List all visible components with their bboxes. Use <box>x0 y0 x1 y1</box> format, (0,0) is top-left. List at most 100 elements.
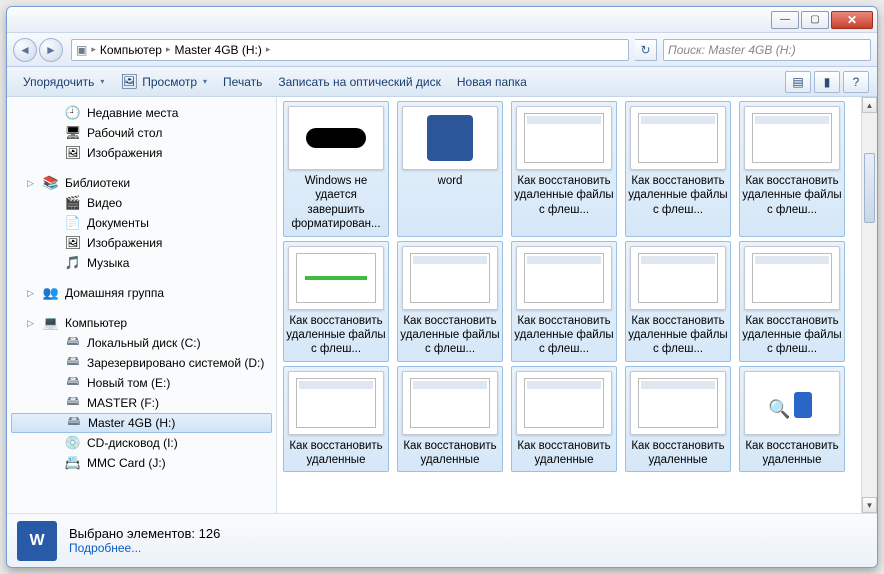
breadcrumb-computer[interactable]: Компьютер <box>100 43 162 57</box>
file-label: Как восстановить удаленные файлы с флеш.… <box>400 314 500 357</box>
vertical-scrollbar[interactable]: ▲ ▼ <box>861 97 877 513</box>
explorer-window: — ▢ ✕ ◄ ► ▣ ▸ Компьютер ▸ Master 4GB (H:… <box>6 6 878 568</box>
tree-item-drive[interactable]: 📇MMC Card (J:) <box>7 453 276 473</box>
chevron-right-icon: ▸ <box>91 44 96 55</box>
tree-header-computer[interactable]: ▷💻Компьютер <box>7 313 276 333</box>
libraries-icon: 📚 <box>43 175 59 191</box>
search-input[interactable]: Поиск: Master 4GB (H:) <box>663 39 871 61</box>
scroll-track[interactable] <box>862 113 877 497</box>
minimize-button[interactable]: — <box>771 11 799 29</box>
tree-item[interactable]: 🖼Изображения <box>7 233 276 253</box>
print-button[interactable]: Печать <box>215 68 270 96</box>
address-bar[interactable]: ▣ ▸ Компьютер ▸ Master 4GB (H:) ▸ <box>71 39 629 61</box>
file-item[interactable]: Как восстановить удаленные файлы с флеш.… <box>625 101 731 237</box>
thumbnail <box>288 371 384 435</box>
chevron-down-icon: ▾ <box>203 77 207 86</box>
tree-item-drive[interactable]: 🖴MASTER (F:) <box>7 393 276 413</box>
file-item[interactable]: Как восстановить удаленные <box>397 366 503 473</box>
tree-item-drive[interactable]: 🖴Новый том (E:) <box>7 373 276 393</box>
forward-button[interactable]: ► <box>39 38 63 62</box>
file-label: word <box>438 174 463 188</box>
search-placeholder: Поиск: Master 4GB (H:) <box>668 43 796 57</box>
nav-tree: 🕘Недавние места🖥Рабочий стол🖼Изображения… <box>7 97 277 513</box>
file-item[interactable]: Как восстановить удаленные файлы с флеш.… <box>739 241 845 362</box>
item-icon: 📄 <box>65 215 81 231</box>
drive-icon: 📇 <box>65 455 81 471</box>
file-item[interactable]: word <box>397 101 503 237</box>
file-item[interactable]: Как восстановить удаленные <box>739 366 845 473</box>
tree-label: Master 4GB (H:) <box>88 416 175 430</box>
file-item[interactable]: Как восстановить удаленные файлы с флеш.… <box>511 241 617 362</box>
tree-header-libraries[interactable]: ▷📚Библиотеки <box>7 173 276 193</box>
thumbnail <box>744 246 840 310</box>
tree-label: Локальный диск (C:) <box>87 336 201 350</box>
titlebar: — ▢ ✕ <box>7 7 877 33</box>
preview-pane-button[interactable]: ▮ <box>814 71 840 93</box>
refresh-button[interactable]: ↻ <box>635 39 657 61</box>
tree-item[interactable]: 🖥Рабочий стол <box>7 123 276 143</box>
thumbnail <box>516 106 612 170</box>
body: 🕘Недавние места🖥Рабочий стол🖼Изображения… <box>7 97 877 513</box>
view-mode-button[interactable]: ▤ <box>785 71 811 93</box>
thumbnail <box>288 246 384 310</box>
close-button[interactable]: ✕ <box>831 11 873 29</box>
help-button[interactable]: ? <box>843 71 869 93</box>
tree-item[interactable]: 🎬Видео <box>7 193 276 213</box>
thumbnail <box>402 246 498 310</box>
scroll-thumb[interactable] <box>864 153 875 223</box>
tree-label: MASTER (F:) <box>87 396 159 410</box>
tree-label: Компьютер <box>65 316 127 330</box>
chevron-down-icon: ▾ <box>100 77 104 86</box>
tree-item-drive[interactable]: 🖴Локальный диск (C:) <box>7 333 276 353</box>
tree-item-drive[interactable]: 🖴Зарезервировано системой (D:) <box>7 353 276 373</box>
preview-button[interactable]: 🖼Просмотр▾ <box>112 68 215 96</box>
file-label: Как восстановить удаленные файлы с флеш.… <box>628 314 728 357</box>
file-label: Как восстановить удаленные файлы с флеш.… <box>742 174 842 217</box>
tree-item[interactable]: 🎵Музыка <box>7 253 276 273</box>
tree-item[interactable]: 🖼Изображения <box>7 143 276 163</box>
file-label: Как восстановить удаленные файлы с флеш.… <box>286 314 386 357</box>
file-item[interactable]: Как восстановить удаленные файлы с флеш.… <box>511 101 617 237</box>
navbar: ◄ ► ▣ ▸ Компьютер ▸ Master 4GB (H:) ▸ ↻ … <box>7 33 877 67</box>
file-label: Как восстановить удаленные <box>514 439 614 468</box>
thumbnail <box>630 371 726 435</box>
thumbnail <box>516 371 612 435</box>
tree-item[interactable]: 🕘Недавние места <box>7 103 276 123</box>
tree-item-drive[interactable]: 💿CD-дисковод (I:) <box>7 433 276 453</box>
file-item[interactable]: Как восстановить удаленные файлы с флеш.… <box>625 241 731 362</box>
scroll-up-button[interactable]: ▲ <box>862 97 877 113</box>
content-pane[interactable]: Windows не удается завершить форматирова… <box>277 97 861 513</box>
item-icon: 🖼 <box>65 235 81 251</box>
burn-button[interactable]: Записать на оптический диск <box>270 68 449 96</box>
item-icon: 🖼 <box>65 145 81 161</box>
maximize-button[interactable]: ▢ <box>801 11 829 29</box>
tree-item[interactable]: 📄 Документы <box>7 213 276 233</box>
expand-icon: ▷ <box>27 288 37 299</box>
thumbnail <box>630 106 726 170</box>
details-link[interactable]: Подробнее... <box>69 541 220 555</box>
file-item[interactable]: Как восстановить удаленные файлы с флеш.… <box>283 241 389 362</box>
file-item[interactable]: Как восстановить удаленные <box>625 366 731 473</box>
file-item[interactable]: Как восстановить удаленные <box>511 366 617 473</box>
file-item[interactable]: Как восстановить удаленные <box>283 366 389 473</box>
thumbnail <box>516 246 612 310</box>
newfolder-button[interactable]: Новая папка <box>449 68 535 96</box>
file-label: Как восстановить удаленные <box>742 439 842 468</box>
file-item[interactable]: Как восстановить удаленные файлы с флеш.… <box>739 101 845 237</box>
scroll-down-button[interactable]: ▼ <box>862 497 877 513</box>
back-button[interactable]: ◄ <box>13 38 37 62</box>
organize-button[interactable]: Упорядочить▾ <box>15 68 112 96</box>
thumbnail <box>744 371 840 435</box>
breadcrumb-drive[interactable]: Master 4GB (H:) <box>175 43 262 57</box>
thumbnail <box>402 371 498 435</box>
homegroup-icon: 👥 <box>43 285 59 301</box>
tree-header-homegroup[interactable]: ▷👥Домашняя группа <box>7 283 276 303</box>
drive-icon: ▣ <box>76 43 87 57</box>
tree-label: Документы <box>87 216 149 230</box>
tree-label: Зарезервировано системой (D:) <box>87 356 264 370</box>
image-icon: 🖼 <box>120 73 138 90</box>
expand-icon: ▷ <box>27 318 37 329</box>
file-item[interactable]: Как восстановить удаленные файлы с флеш.… <box>397 241 503 362</box>
tree-item-drive[interactable]: 🖴Master 4GB (H:) <box>11 413 272 433</box>
file-item[interactable]: Windows не удается завершить форматирова… <box>283 101 389 237</box>
